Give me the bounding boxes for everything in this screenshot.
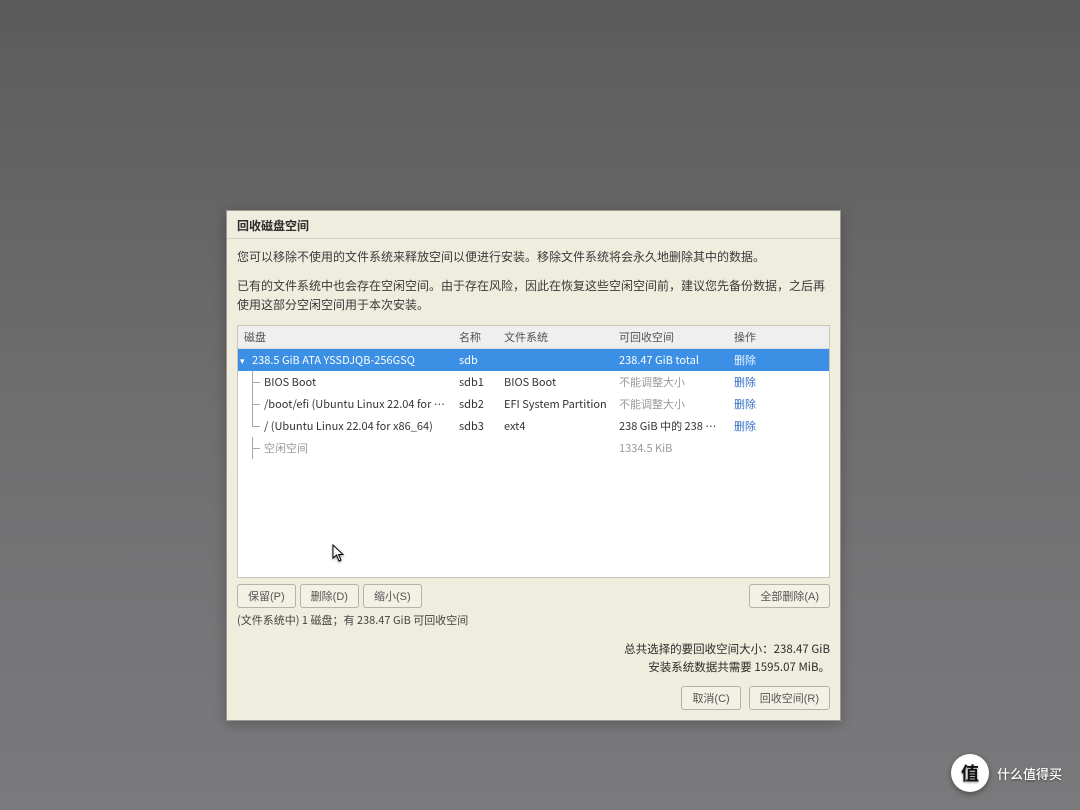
cell-reclaim: 238 GiB 中的 238 GiB [613,415,728,437]
cell-name [453,445,498,451]
cell-disk-label: 空闲空间 [238,437,453,459]
cell-fs: BIOS Boot [498,371,613,393]
cell-name: sdb [453,349,498,371]
table-row[interactable]: / (Ubuntu Linux 22.04 for x86_64)sdb3ext… [238,415,829,437]
cell-action[interactable]: 删除 [728,349,829,371]
cell-reclaim: 1334.5 KiB [613,437,728,459]
col-disk: 磁盘 [238,326,453,348]
cell-action[interactable]: 删除 [728,371,829,393]
cell-reclaim: 不能调整大小 [613,371,728,393]
cell-disk-label: BIOS Boot [238,371,453,393]
col-fs: 文件系统 [498,326,613,348]
cancel-button[interactable]: 取消(C) [681,686,740,710]
delete-all-button[interactable]: 全部删除(A) [749,584,830,608]
cell-reclaim: 不能调整大小 [613,393,728,415]
table-body-padding [238,459,829,577]
table-body: ▾238.5 GiB ATA YSSDJQB-256GSQsdb 238.47 G… [238,349,829,459]
col-reclaim: 可回收空间 [613,326,728,348]
cell-disk-label: /boot/efi (Ubuntu Linux 22.04 for x86_64… [238,393,453,415]
cell-fs [498,357,613,363]
dialog-title: 回收磁盘空间 [227,211,840,239]
cell-reclaim: 238.47 GiB total [613,349,728,371]
cell-disk-label: ▾238.5 GiB ATA YSSDJQB-256GSQ [238,349,453,371]
table-header: 磁盘 名称 文件系统 可回收空间 操作 [238,326,829,349]
preserve-button[interactable]: 保留(P) [237,584,296,608]
partition-table: 磁盘 名称 文件系统 可回收空间 操作 ▾238.5 GiB ATA YSSDJ… [237,325,830,578]
cell-action[interactable]: 删除 [728,415,829,437]
cell-name: sdb1 [453,371,498,393]
cell-disk-label: / (Ubuntu Linux 22.04 for x86_64) [238,415,453,437]
summary-total: 总共选择的要回收空间大小：238.47 GiB [237,640,830,658]
cell-fs: EFI System Partition [498,393,613,415]
action-toolbar: 保留(P) 删除(D) 缩小(S) 全部删除(A) [237,578,830,612]
caret-down-icon: ▾ [240,354,245,367]
cell-fs [498,445,613,451]
reclaim-button[interactable]: 回收空间(R) [749,686,830,710]
reclaim-space-dialog: 回收磁盘空间 您可以移除不使用的文件系统来释放空间以便进行安装。移除文件系统将会… [226,210,841,721]
status-line: (文件系统中) 1 磁盘；有 238.47 GiB 可回收空间 [237,612,830,634]
dialog-footer: 取消(C) 回收空间(R) [237,686,830,710]
watermark: 值 什么值得买 [951,754,1062,792]
col-action: 操作 [728,326,829,348]
cell-action [728,445,829,451]
table-row[interactable]: 空闲空间 1334.5 KiB [238,437,829,459]
watermark-text: 什么值得买 [997,764,1062,783]
summary-block: 总共选择的要回收空间大小：238.47 GiB 安装系统数据共需要 1595.0… [237,640,830,677]
description-2: 已有的文件系统中也会存在空闲空间。由于存在风险，因此在恢复这些空闲空间前，建议您… [237,276,830,314]
delete-button[interactable]: 删除(D) [300,584,359,608]
table-row[interactable]: ▾238.5 GiB ATA YSSDJQB-256GSQsdb 238.47 G… [238,349,829,371]
cell-name: sdb3 [453,415,498,437]
cell-fs: ext4 [498,415,613,437]
watermark-badge-icon: 值 [951,754,989,792]
col-name: 名称 [453,326,498,348]
description-1: 您可以移除不使用的文件系统来释放空间以便进行安装。移除文件系统将会永久地删除其中… [237,247,830,266]
shrink-button[interactable]: 缩小(S) [363,584,422,608]
dialog-content: 您可以移除不使用的文件系统来释放空间以便进行安装。移除文件系统将会永久地删除其中… [227,239,840,720]
table-row[interactable]: BIOS Bootsdb1BIOS Boot不能调整大小删除 [238,371,829,393]
table-row[interactable]: /boot/efi (Ubuntu Linux 22.04 for x86_64… [238,393,829,415]
cell-action[interactable]: 删除 [728,393,829,415]
summary-install: 安装系统数据共需要 1595.07 MiB。 [237,658,830,676]
cell-name: sdb2 [453,393,498,415]
